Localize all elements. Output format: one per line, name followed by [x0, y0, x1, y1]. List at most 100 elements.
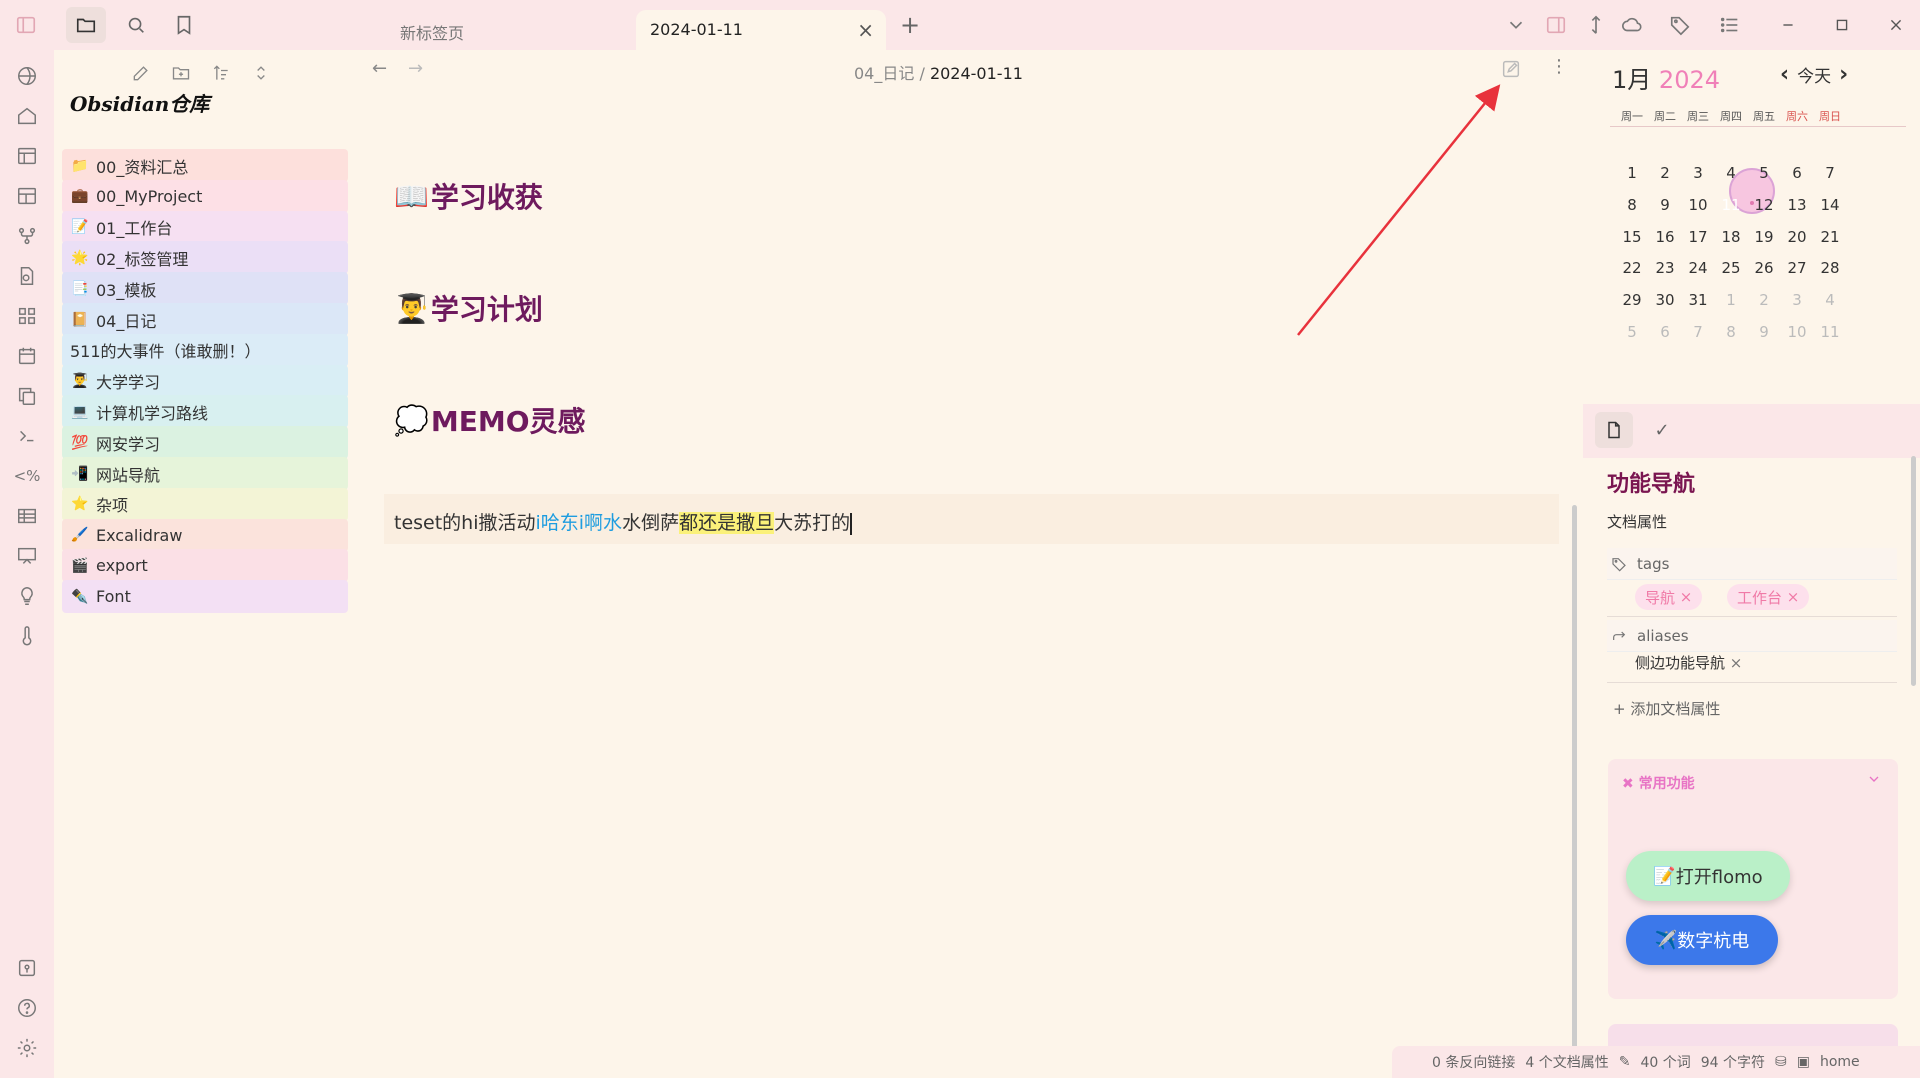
tab-new[interactable]: 新标签页	[380, 10, 630, 50]
folder-item[interactable]: 📲 网站导航	[62, 457, 348, 490]
blocks-icon[interactable]	[13, 302, 41, 330]
editor-text-line[interactable]: teset的hi撒活动i哈东i啊水水倒萨都还是撒旦大苏打的	[384, 494, 1559, 544]
vault-name[interactable]: Obsidian仓库	[70, 88, 209, 117]
calendar-day[interactable]: 27	[1779, 259, 1815, 277]
folder-item[interactable]: 👨‍🎓 大学学习	[62, 364, 348, 398]
remove-alias-icon[interactable]: ×	[1730, 654, 1743, 672]
calendar-day[interactable]: 9	[1647, 196, 1683, 214]
calendar-day[interactable]: 28	[1812, 259, 1848, 277]
close-window-icon[interactable]	[1876, 7, 1916, 43]
calendar-day[interactable]: 23	[1647, 259, 1683, 277]
tags-icon[interactable]	[1660, 7, 1700, 43]
backlinks-count[interactable]: 0 条反向链接	[1432, 1052, 1515, 1072]
file-search-icon[interactable]	[13, 262, 41, 290]
tag-pill[interactable]: 工作台 ×	[1727, 584, 1810, 610]
folder-item[interactable]: 💯 网安学习	[62, 426, 348, 460]
help-icon[interactable]	[13, 994, 41, 1022]
remove-tag-icon[interactable]: ×	[1787, 588, 1800, 606]
right-sidebar-toggle-icon[interactable]	[1536, 7, 1576, 43]
digital-hdu-button[interactable]: ✈️ 数字杭电	[1626, 915, 1778, 965]
calendar-day[interactable]: 26	[1746, 259, 1782, 277]
pencil-icon[interactable]: ✎	[1619, 1054, 1631, 1070]
collapse-all-icon[interactable]	[246, 58, 276, 88]
folder-item[interactable]: 🌟 02_标签管理	[62, 241, 348, 275]
folder-item[interactable]: 📝 01_工作台	[62, 210, 348, 244]
publish-icon[interactable]	[1612, 7, 1652, 43]
files-icon[interactable]	[66, 7, 106, 43]
calendar-day[interactable]: 7	[1680, 323, 1716, 341]
calendar-day[interactable]: 10	[1779, 323, 1815, 341]
calendar-day[interactable]: 14	[1812, 196, 1848, 214]
folder-item[interactable]: 📔 04_日记	[62, 303, 348, 336]
folder-item[interactable]: 511的大事件（谁敢删！）	[62, 333, 348, 367]
folder-item[interactable]: 🖌️ Excalidraw	[62, 518, 348, 552]
folder-item[interactable]: 💻 计算机学习路线	[62, 395, 348, 429]
folder-item[interactable]: 📁 00_资料汇总	[62, 149, 348, 182]
calendar-day[interactable]: 4	[1713, 164, 1749, 182]
tag-pill[interactable]: 导航 ×	[1635, 584, 1703, 610]
calendar-day[interactable]: 1	[1614, 164, 1650, 182]
home-label[interactable]: home	[1820, 1054, 1860, 1070]
home-icon[interactable]	[13, 102, 41, 130]
sidebar-toggle-icon[interactable]	[6, 7, 46, 43]
presentation-icon[interactable]	[13, 542, 41, 570]
calendar-day[interactable]: 11	[1812, 323, 1848, 341]
calendar-day[interactable]: 30	[1647, 291, 1683, 309]
calendar-day[interactable]: 22	[1614, 259, 1650, 277]
calendar-day[interactable]: 9	[1746, 323, 1782, 341]
tab-list-chevron-icon[interactable]	[1496, 7, 1536, 43]
property-tags[interactable]: tags	[1607, 548, 1897, 580]
minimize-icon[interactable]	[1768, 7, 1808, 43]
calendar-day[interactable]: 29	[1614, 291, 1650, 309]
calendar-day[interactable]: 3	[1680, 164, 1716, 182]
today-button[interactable]: 今天	[1797, 62, 1831, 87]
calendar-day[interactable]: 8	[1713, 323, 1749, 341]
search-icon[interactable]	[116, 7, 156, 43]
calendar-day[interactable]: 8	[1614, 196, 1650, 214]
folder-item[interactable]: ✒️ Font	[62, 580, 348, 614]
check-tab-icon[interactable]: ✓	[1643, 412, 1681, 448]
remove-tag-icon[interactable]: ×	[1680, 588, 1693, 606]
calendar-day[interactable]: 5	[1614, 323, 1650, 341]
calendar-icon[interactable]	[13, 342, 41, 370]
calendar-day[interactable]: 18	[1713, 228, 1749, 246]
calendar-day[interactable]: 19	[1746, 228, 1782, 246]
calendar-day[interactable]: 2	[1647, 164, 1683, 182]
layout-icon[interactable]: ▣	[1797, 1054, 1810, 1070]
calendar-day[interactable]: 31	[1680, 291, 1716, 309]
settings-gear-icon[interactable]	[13, 1034, 41, 1062]
sync-icon[interactable]	[1576, 7, 1616, 43]
calendar-day[interactable]: 25	[1713, 259, 1749, 277]
git-icon[interactable]	[13, 222, 41, 250]
calendar-day[interactable]: 15	[1614, 228, 1650, 246]
thermometer-icon[interactable]	[13, 622, 41, 650]
maximize-icon[interactable]	[1822, 7, 1862, 43]
calendar-day[interactable]: 11	[1713, 196, 1749, 214]
calendar-day[interactable]: 21	[1812, 228, 1848, 246]
calendar-day[interactable]: 6	[1779, 164, 1815, 182]
calendar-day[interactable]: 20	[1779, 228, 1815, 246]
calendar-day[interactable]: 13	[1779, 196, 1815, 214]
calendar-day[interactable]: 17	[1680, 228, 1716, 246]
layout-icon[interactable]	[13, 182, 41, 210]
table-icon[interactable]	[13, 502, 41, 530]
calendar-day[interactable]: 1	[1713, 291, 1749, 309]
tab-2024-01-11[interactable]: 2024-01-11 ×	[636, 10, 886, 50]
calendar-day[interactable]: 7	[1812, 164, 1848, 182]
alias-value[interactable]: 侧边功能导航 ×	[1635, 652, 1742, 673]
next-month-icon[interactable]: ›	[1839, 62, 1848, 87]
graph-icon[interactable]	[13, 62, 41, 90]
prev-month-icon[interactable]: ‹	[1780, 62, 1789, 87]
folder-item[interactable]: 📑 03_模板	[62, 272, 348, 306]
sidebar-scrollbar[interactable]	[1911, 456, 1916, 686]
collapse-chevron-icon[interactable]	[1866, 771, 1882, 791]
calendar-day[interactable]: 2	[1746, 291, 1782, 309]
vault-switch-icon[interactable]	[13, 954, 41, 982]
terminal-icon[interactable]	[13, 422, 41, 450]
calendar-day[interactable]: 10	[1680, 196, 1716, 214]
calendar-day[interactable]: 6	[1647, 323, 1683, 341]
copy-icon[interactable]	[13, 382, 41, 410]
database-icon[interactable]: ⛁	[1775, 1054, 1787, 1070]
property-aliases[interactable]: aliases	[1607, 620, 1897, 652]
functions-title[interactable]: ✖ 常用功能	[1622, 773, 1695, 793]
